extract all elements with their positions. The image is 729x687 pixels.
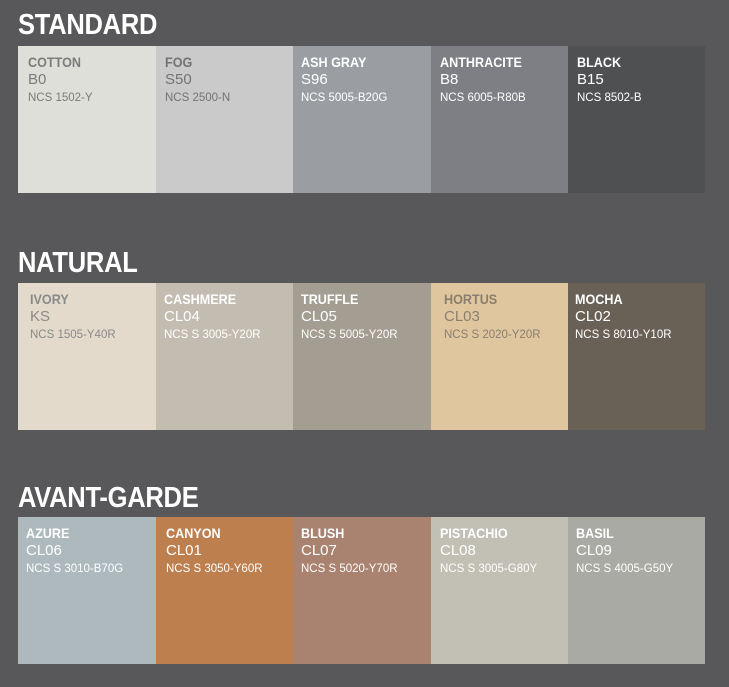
swatch-ncs: NCS S 3005-G80Y (440, 563, 538, 575)
swatch-row: AZURE CL06 NCS S 3010-B70G CANYON CL01 N… (18, 517, 705, 664)
section-avant-garde: AVANT-GARDE AZURE CL06 NCS S 3010-B70G C… (0, 0, 729, 687)
swatch-basil: BASIL CL09 NCS S 4005-G50Y (568, 517, 705, 664)
swatch-pistachio: PISTACHIO CL08 NCS S 3005-G80Y (431, 517, 568, 664)
swatch-code: CL09 (576, 542, 612, 559)
swatch-ncs: NCS S 3050-Y60R (166, 563, 263, 575)
swatch-canyon: CANYON CL01 NCS S 3050-Y60R (156, 517, 293, 664)
section-title: AVANT-GARDE (18, 482, 199, 514)
swatch-code: CL07 (301, 542, 337, 559)
swatch-azure: AZURE CL06 NCS S 3010-B70G (18, 517, 156, 664)
swatch-blush: BLUSH CL07 NCS S 5020-Y70R (293, 517, 431, 664)
swatch-code: CL01 (166, 542, 202, 559)
swatch-name: PISTACHIO (440, 525, 508, 541)
swatch-code: CL06 (26, 542, 62, 559)
swatch-name: BLUSH (301, 525, 345, 541)
swatch-ncs: NCS S 5020-Y70R (301, 563, 398, 575)
swatch-ncs: NCS S 4005-G50Y (576, 563, 674, 575)
swatch-name: BASIL (576, 525, 614, 541)
swatch-code: CL08 (440, 542, 476, 559)
swatch-name: AZURE (26, 525, 70, 541)
swatch-ncs: NCS S 3010-B70G (26, 563, 124, 575)
swatch-name: CANYON (166, 525, 221, 541)
